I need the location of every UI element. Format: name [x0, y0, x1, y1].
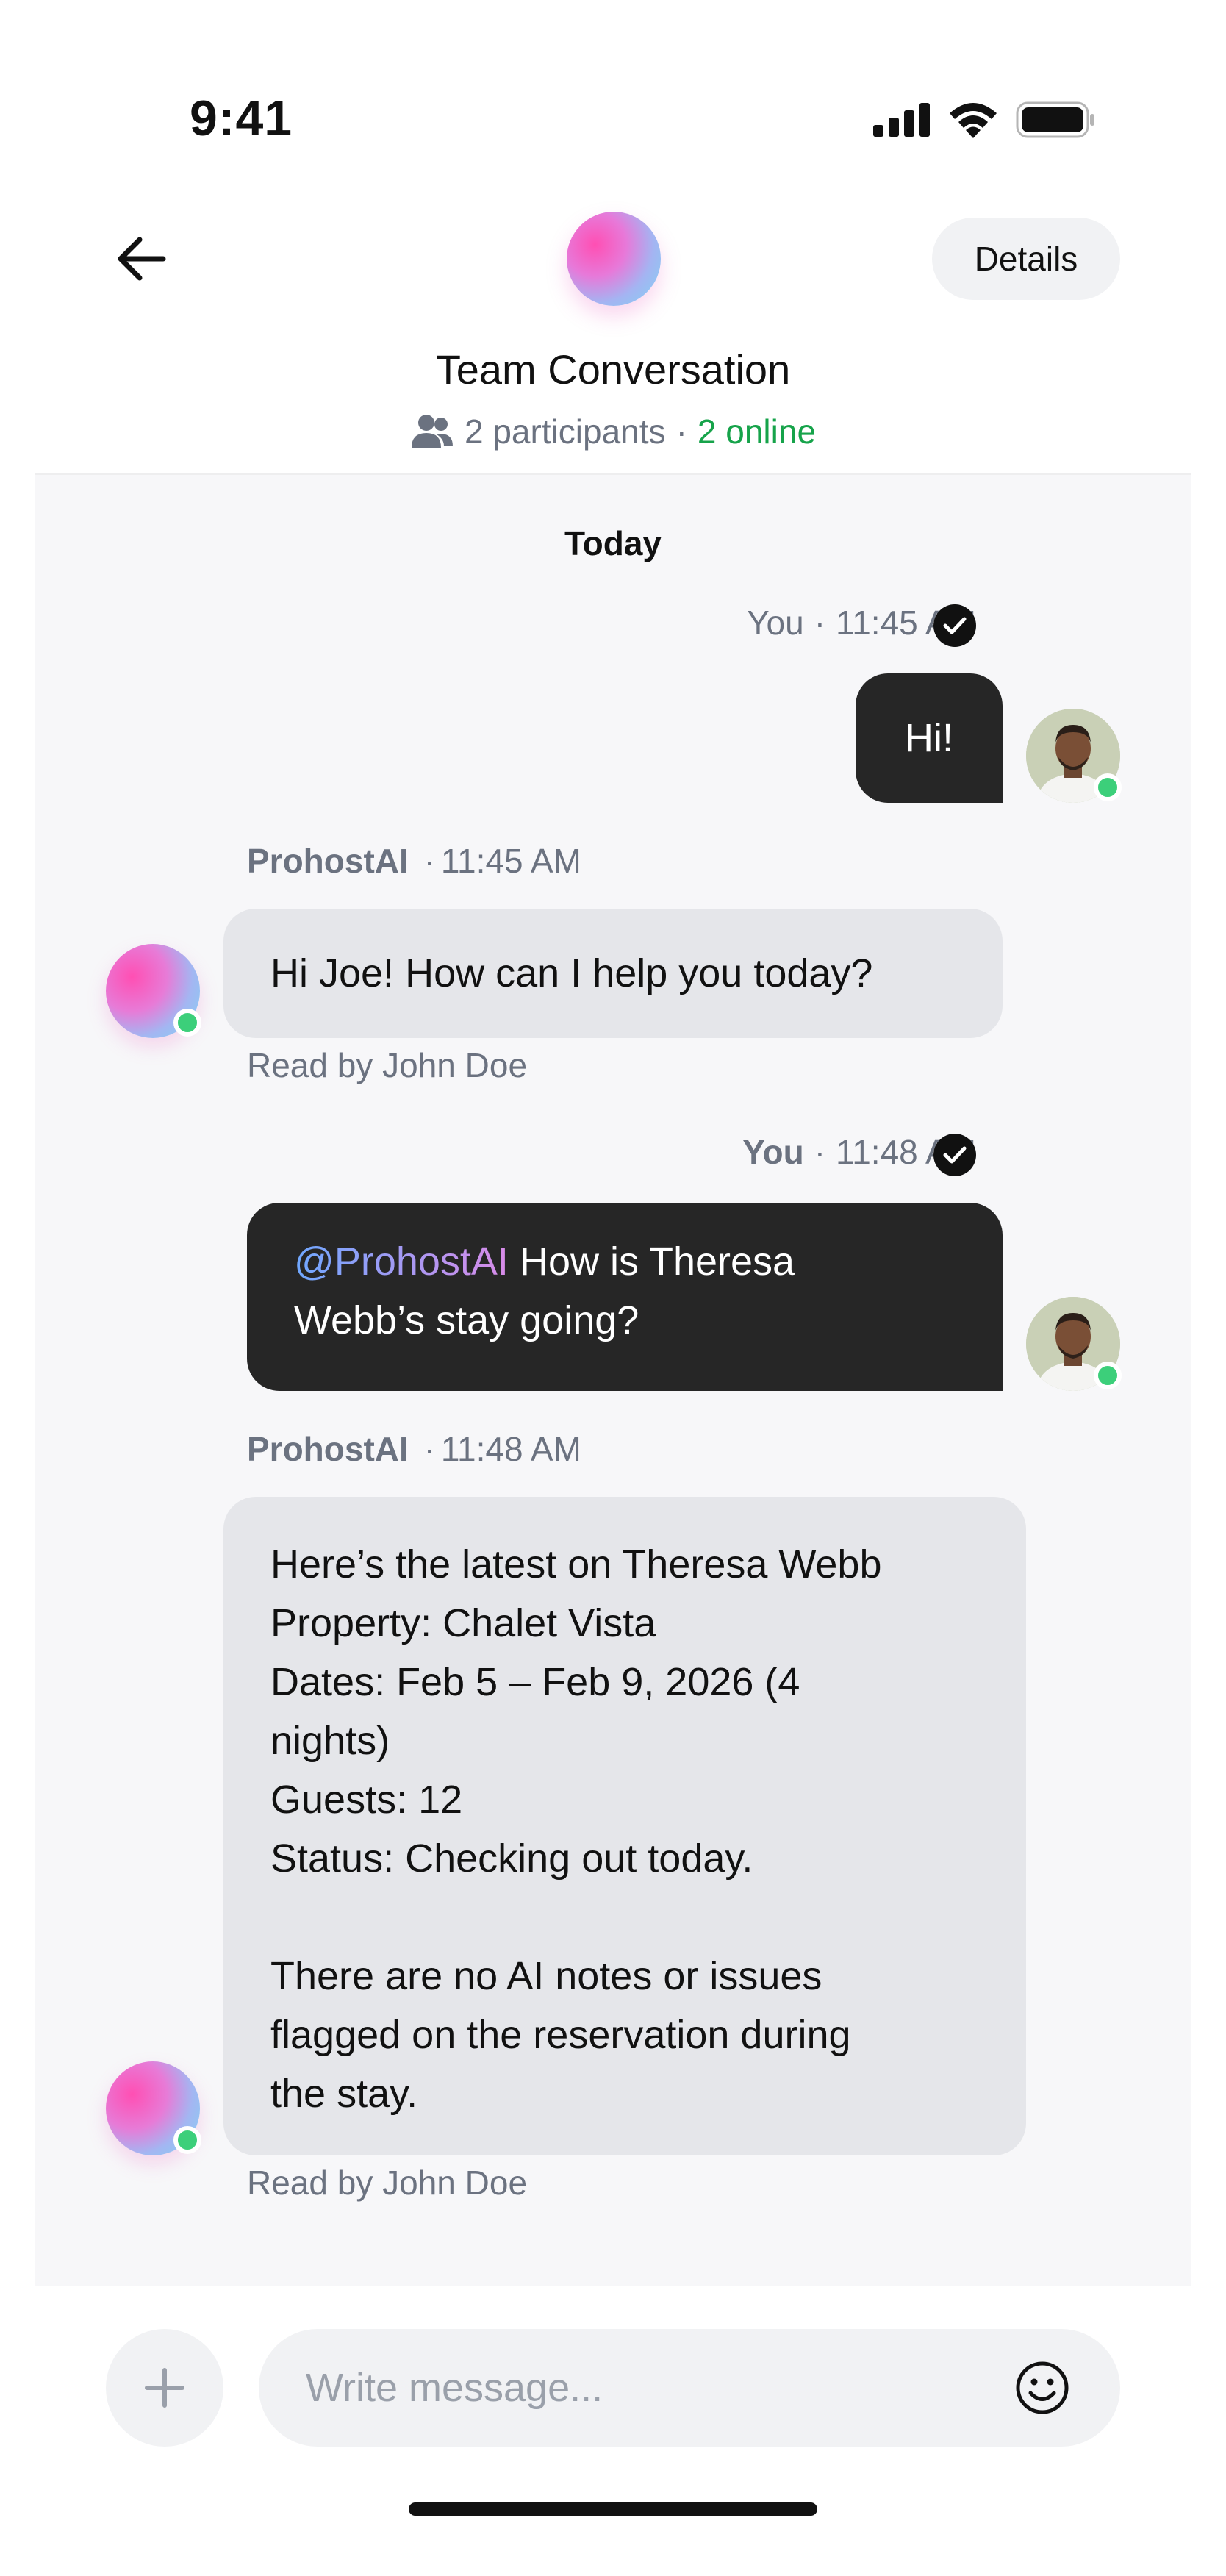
arrow-left-icon: [118, 237, 166, 281]
battery-icon: [1016, 101, 1094, 138]
message-line: flagged on the reservation during: [270, 2013, 851, 2057]
online-status-dot: [173, 2126, 201, 2154]
avatar: [1026, 1297, 1122, 1391]
status-time: 9:41: [190, 90, 293, 146]
message-line: Status: Checking out today.: [270, 1836, 753, 1881]
message-sender: ProhostAI: [247, 842, 409, 880]
meta-separator: ·: [423, 842, 435, 880]
message-line: nights): [270, 1719, 390, 1763]
online-count: 2 online: [697, 412, 817, 451]
message-meta: ProhostAI · 11:45 AM: [247, 841, 581, 881]
wifi-icon: [950, 103, 997, 138]
message-input[interactable]: [259, 2329, 1120, 2447]
message-line: Here’s the latest on Theresa Webb: [270, 1542, 882, 1586]
message-bubble[interactable]: Here’s the latest on Theresa Webb Proper…: [223, 1497, 1026, 2155]
ai-avatar: [106, 2061, 201, 2155]
message-line: the stay.: [270, 2072, 418, 2116]
message-time: 11:48 AM: [440, 1430, 581, 1468]
conversation-avatar: [567, 212, 661, 306]
read-receipt: Read by John Doe: [247, 2164, 528, 2202]
conversation-meta: 2 participants · 2 online: [0, 412, 1226, 451]
meta-separator: ·: [423, 1430, 435, 1468]
cellular-signal-icon: [873, 103, 930, 137]
online-status-dot: [1094, 1362, 1122, 1389]
online-status-dot: [1094, 773, 1122, 801]
conversation-title: Team Conversation: [435, 346, 791, 393]
people-icon: [411, 415, 453, 448]
avatar: [1026, 709, 1122, 803]
meta-separator: ·: [675, 412, 687, 451]
message-sender: You: [747, 604, 804, 642]
emoji-button[interactable]: [1014, 2360, 1070, 2416]
day-divider: Today: [564, 524, 662, 562]
meta-separator: ·: [814, 604, 826, 642]
message-meta: ProhostAI · 11:48 AM: [247, 1429, 581, 1469]
message-bubble[interactable]: Hi Joe! How can I help you today?: [223, 909, 1003, 1038]
read-check-icon: [933, 604, 976, 647]
mention-tag[interactable]: @ProhostAI: [294, 1239, 509, 1284]
message-sender: You: [742, 1133, 804, 1171]
home-indicator: [409, 2502, 817, 2516]
participants-count: 2 participants: [464, 412, 666, 451]
read-check-icon: [933, 1134, 976, 1176]
read-receipt: Read by John Doe: [247, 1046, 528, 1084]
message-line: There are no AI notes or issues: [270, 1954, 822, 1998]
message-line: Guests: 12: [270, 1778, 463, 1822]
message-line-break: [270, 1888, 979, 1947]
smiley-icon: [1016, 2361, 1069, 2414]
plus-icon: [145, 2368, 184, 2408]
message-text: How is Theresa: [508, 1239, 795, 1284]
online-status-dot: [173, 1009, 201, 1037]
ai-avatar: [106, 944, 201, 1038]
message-line: Dates: Feb 5 – Feb 9, 2026 (4: [270, 1660, 800, 1704]
message-text: Webb’s stay going?: [294, 1298, 639, 1342]
message-text: Hi!: [905, 716, 953, 760]
message-sender: ProhostAI: [247, 1430, 409, 1468]
add-attachment-button[interactable]: [106, 2329, 223, 2447]
message-line: Property: Chalet Vista: [270, 1601, 656, 1645]
meta-separator: ·: [814, 1133, 826, 1171]
message-bubble[interactable]: @ProhostAI How is Theresa Webb’s stay go…: [247, 1203, 1003, 1391]
details-button[interactable]: Details: [932, 218, 1120, 300]
back-button[interactable]: [103, 221, 179, 297]
status-icons: [873, 101, 1097, 138]
message-text: Hi Joe! How can I help you today?: [270, 951, 873, 995]
message-bubble[interactable]: Hi!: [856, 673, 1003, 803]
message-time: 11:45 AM: [440, 842, 581, 880]
